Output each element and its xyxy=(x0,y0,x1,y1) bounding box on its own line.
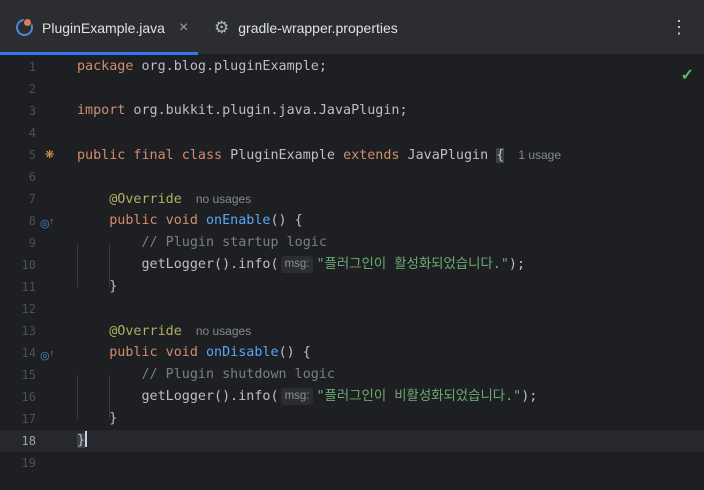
gear-icon: ⚙ xyxy=(214,17,230,37)
string-literal: "플러그인이 비활성화되었습니다." xyxy=(316,389,522,404)
keyword: extends xyxy=(343,148,400,163)
code-text: org.blog.pluginExample; xyxy=(133,59,327,74)
code-line: 12 xyxy=(0,298,704,320)
tab-plugin-example-java[interactable]: PluginExample.java × xyxy=(0,0,198,55)
line-number: 18 xyxy=(21,434,36,448)
code-line: 8 ◎↑ public void onEnable() { xyxy=(0,210,704,232)
parameter-hint: msg: xyxy=(280,388,314,405)
code-line: 5 ❋ public final class PluginExample ext… xyxy=(0,144,704,166)
code-line: 14 ◎↑ public void onDisable() { xyxy=(0,342,704,364)
bean-icon[interactable]: ❋ xyxy=(45,144,54,166)
text-caret xyxy=(85,431,87,447)
current-code-line: 18 } xyxy=(0,430,704,452)
tab-gradle-wrapper-properties[interactable]: ⚙ gradle-wrapper.properties xyxy=(198,0,428,55)
annotation: @Override xyxy=(109,192,182,207)
string-literal: "플러그인이 활성화되었습니다." xyxy=(316,257,509,272)
code-text: } xyxy=(109,279,118,294)
line-number: 2 xyxy=(28,82,36,96)
code-text: ); xyxy=(508,257,526,272)
keyword: import xyxy=(77,103,126,118)
code-line: 19 xyxy=(0,452,704,474)
code-text: () { xyxy=(270,213,303,228)
usage-hint[interactable]: no usages xyxy=(196,192,251,206)
code-editor[interactable]: ✓ 1 package org.blog.pluginExample; 2 3 … xyxy=(0,55,704,490)
code-text: getLogger().info( xyxy=(141,389,279,404)
code-text: ); xyxy=(521,389,538,404)
comment: // Plugin shutdown logic xyxy=(141,367,335,382)
code-line: 10 getLogger().info(msg: "플러그인이 활성화되었습니다.… xyxy=(0,254,704,276)
annotation: @Override xyxy=(109,324,182,339)
line-number: 15 xyxy=(21,368,36,382)
code-line: 17 } xyxy=(0,408,704,430)
usage-hint[interactable]: 1 usage xyxy=(518,148,561,162)
code-line: 7 @Override no usages xyxy=(0,188,704,210)
code-line: 13 @Override no usages xyxy=(0,320,704,342)
method-name: onDisable xyxy=(206,345,279,360)
line-number: 17 xyxy=(21,412,36,426)
code-line: 15 // Plugin shutdown logic xyxy=(0,364,704,386)
keyword: public void xyxy=(109,345,198,360)
line-number: 6 xyxy=(28,170,36,184)
method-name: onEnable xyxy=(206,213,271,228)
code-line: 1 package org.blog.pluginExample; xyxy=(0,56,704,78)
line-number: 7 xyxy=(28,192,36,206)
line-number: 12 xyxy=(21,302,36,316)
line-number: 19 xyxy=(21,456,36,470)
brace: { xyxy=(496,148,505,163)
code-text: () { xyxy=(278,345,311,360)
line-number: 16 xyxy=(21,390,36,404)
close-icon[interactable]: × xyxy=(179,19,188,37)
usage-hint[interactable]: no usages xyxy=(196,324,251,338)
line-number: 8 xyxy=(28,214,36,228)
keyword: package xyxy=(77,59,134,74)
tab-label: PluginExample.java xyxy=(42,19,165,36)
line-number: 5 xyxy=(28,148,36,162)
code-line: 3 import org.bukkit.plugin.java.JavaPlug… xyxy=(0,100,704,122)
comment: // Plugin startup logic xyxy=(141,235,327,250)
code-text: org.bukkit.plugin.java.JavaPlugin; xyxy=(125,103,408,118)
line-number: 14 xyxy=(21,346,36,360)
class-name: PluginExample xyxy=(222,148,344,163)
line-number: 1 xyxy=(28,60,36,74)
line-number: 4 xyxy=(28,126,36,140)
parameter-hint: msg: xyxy=(280,256,314,273)
code-text: getLogger().info( xyxy=(141,257,279,272)
line-number: 11 xyxy=(21,280,36,294)
code-line: 9 // Plugin startup logic xyxy=(0,232,704,254)
tab-label: gradle-wrapper.properties xyxy=(238,19,398,36)
code-line: 4 xyxy=(0,122,704,144)
java-class-icon xyxy=(16,18,33,36)
code-line: 6 xyxy=(0,166,704,188)
more-options-icon[interactable]: ⋮ xyxy=(670,18,688,36)
line-number: 3 xyxy=(28,104,36,118)
keyword: public final class xyxy=(77,148,223,163)
code-text: } xyxy=(109,411,118,426)
code-line: 11 } xyxy=(0,276,704,298)
keyword: public void xyxy=(109,213,198,228)
line-number: 9 xyxy=(28,236,36,250)
code-line: 16 getLogger().info(msg: "플러그인이 비활성화되었습니다… xyxy=(0,386,704,408)
line-number: 13 xyxy=(21,324,36,338)
line-number: 10 xyxy=(21,258,36,272)
superclass-name: JavaPlugin xyxy=(399,148,497,163)
editor-tab-bar: PluginExample.java × ⚙ gradle-wrapper.pr… xyxy=(0,0,704,55)
code-line: 2 xyxy=(0,78,704,100)
brace: } xyxy=(77,433,86,448)
